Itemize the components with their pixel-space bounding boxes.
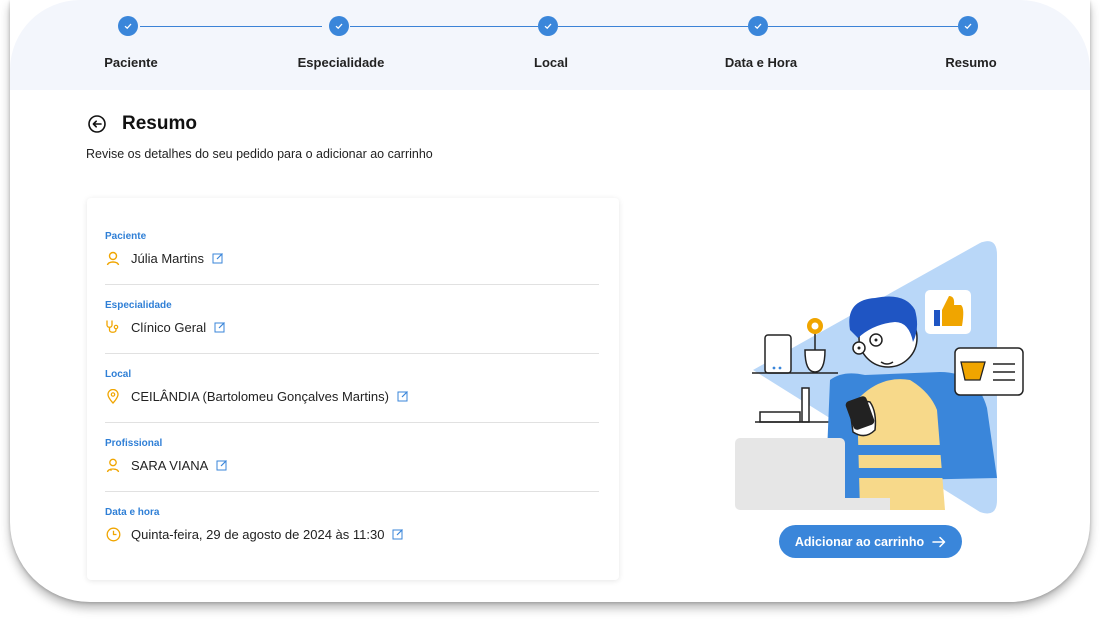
back-arrow-icon[interactable] (86, 113, 108, 135)
edit-icon[interactable] (392, 528, 404, 540)
edit-icon[interactable] (212, 252, 224, 264)
summary-section-paciente: Paciente Júlia Martins (105, 231, 599, 266)
step-connector (558, 26, 748, 27)
step-label-local[interactable]: Local (534, 55, 568, 70)
step-label-resumo[interactable]: Resumo (945, 55, 996, 70)
stethoscope-icon (105, 319, 121, 335)
step-4-check-icon[interactable] (748, 16, 768, 36)
step-3-check-icon[interactable] (538, 16, 558, 36)
step-label-paciente[interactable]: Paciente (104, 55, 157, 70)
step-5-check-icon[interactable] (958, 16, 978, 36)
divider (105, 422, 599, 423)
summary-card: Paciente Júlia Martins Especialidade Clí… (87, 198, 619, 580)
step-2-check-icon[interactable] (329, 16, 349, 36)
summary-section-profissional: Profissional SARA VIANA (105, 438, 599, 473)
page-title: Resumo (122, 113, 197, 134)
section-value: Clínico Geral (131, 319, 207, 335)
section-label: Especialidade (105, 300, 172, 311)
summary-section-local: Local CEILÂNDIA (Bartolomeu Gonçalves Ma… (105, 369, 599, 404)
user-icon (105, 250, 121, 266)
arrow-right-icon (932, 536, 946, 548)
section-value: Quinta-feira, 29 de agosto de 2024 às 11… (131, 526, 385, 542)
step-connector (140, 26, 322, 27)
section-label: Paciente (105, 231, 147, 242)
step-label-especialidade[interactable]: Especialidade (298, 55, 385, 70)
shopping-person-illustration (735, 241, 1024, 514)
edit-icon[interactable] (397, 390, 409, 402)
app-frame: Paciente Especialidade Local Data e Hora… (10, 0, 1090, 602)
edit-icon[interactable] (216, 459, 228, 471)
step-connector (350, 26, 538, 27)
section-label: Local (105, 369, 132, 380)
divider (105, 491, 599, 492)
page-header: Resumo (86, 113, 197, 135)
section-label: Profissional (105, 438, 163, 449)
progress-stepper: Paciente Especialidade Local Data e Hora… (10, 0, 1090, 90)
location-pin-icon (105, 388, 121, 404)
section-value: Júlia Martins (131, 250, 204, 266)
step-1-check-icon[interactable] (118, 16, 138, 36)
section-value: CEILÂNDIA (Bartolomeu Gonçalves Martins) (131, 388, 389, 404)
doctor-icon (105, 457, 121, 473)
summary-section-data-hora: Data e hora Quinta-feira, 29 de agosto d… (105, 507, 599, 542)
divider (105, 284, 599, 285)
step-connector (768, 26, 958, 27)
add-to-cart-button[interactable]: Adicionar ao carrinho (779, 525, 962, 558)
step-label-data-hora[interactable]: Data e Hora (725, 55, 797, 70)
section-label: Data e hora (105, 507, 160, 518)
divider (105, 353, 599, 354)
clock-icon (105, 526, 121, 542)
add-to-cart-label: Adicionar ao carrinho (794, 534, 925, 549)
summary-section-especialidade: Especialidade Clínico Geral (105, 300, 599, 335)
edit-icon[interactable] (214, 321, 226, 333)
page-subtitle: Revise os detalhes do seu pedido para o … (86, 147, 433, 161)
section-value: SARA VIANA (131, 457, 209, 473)
